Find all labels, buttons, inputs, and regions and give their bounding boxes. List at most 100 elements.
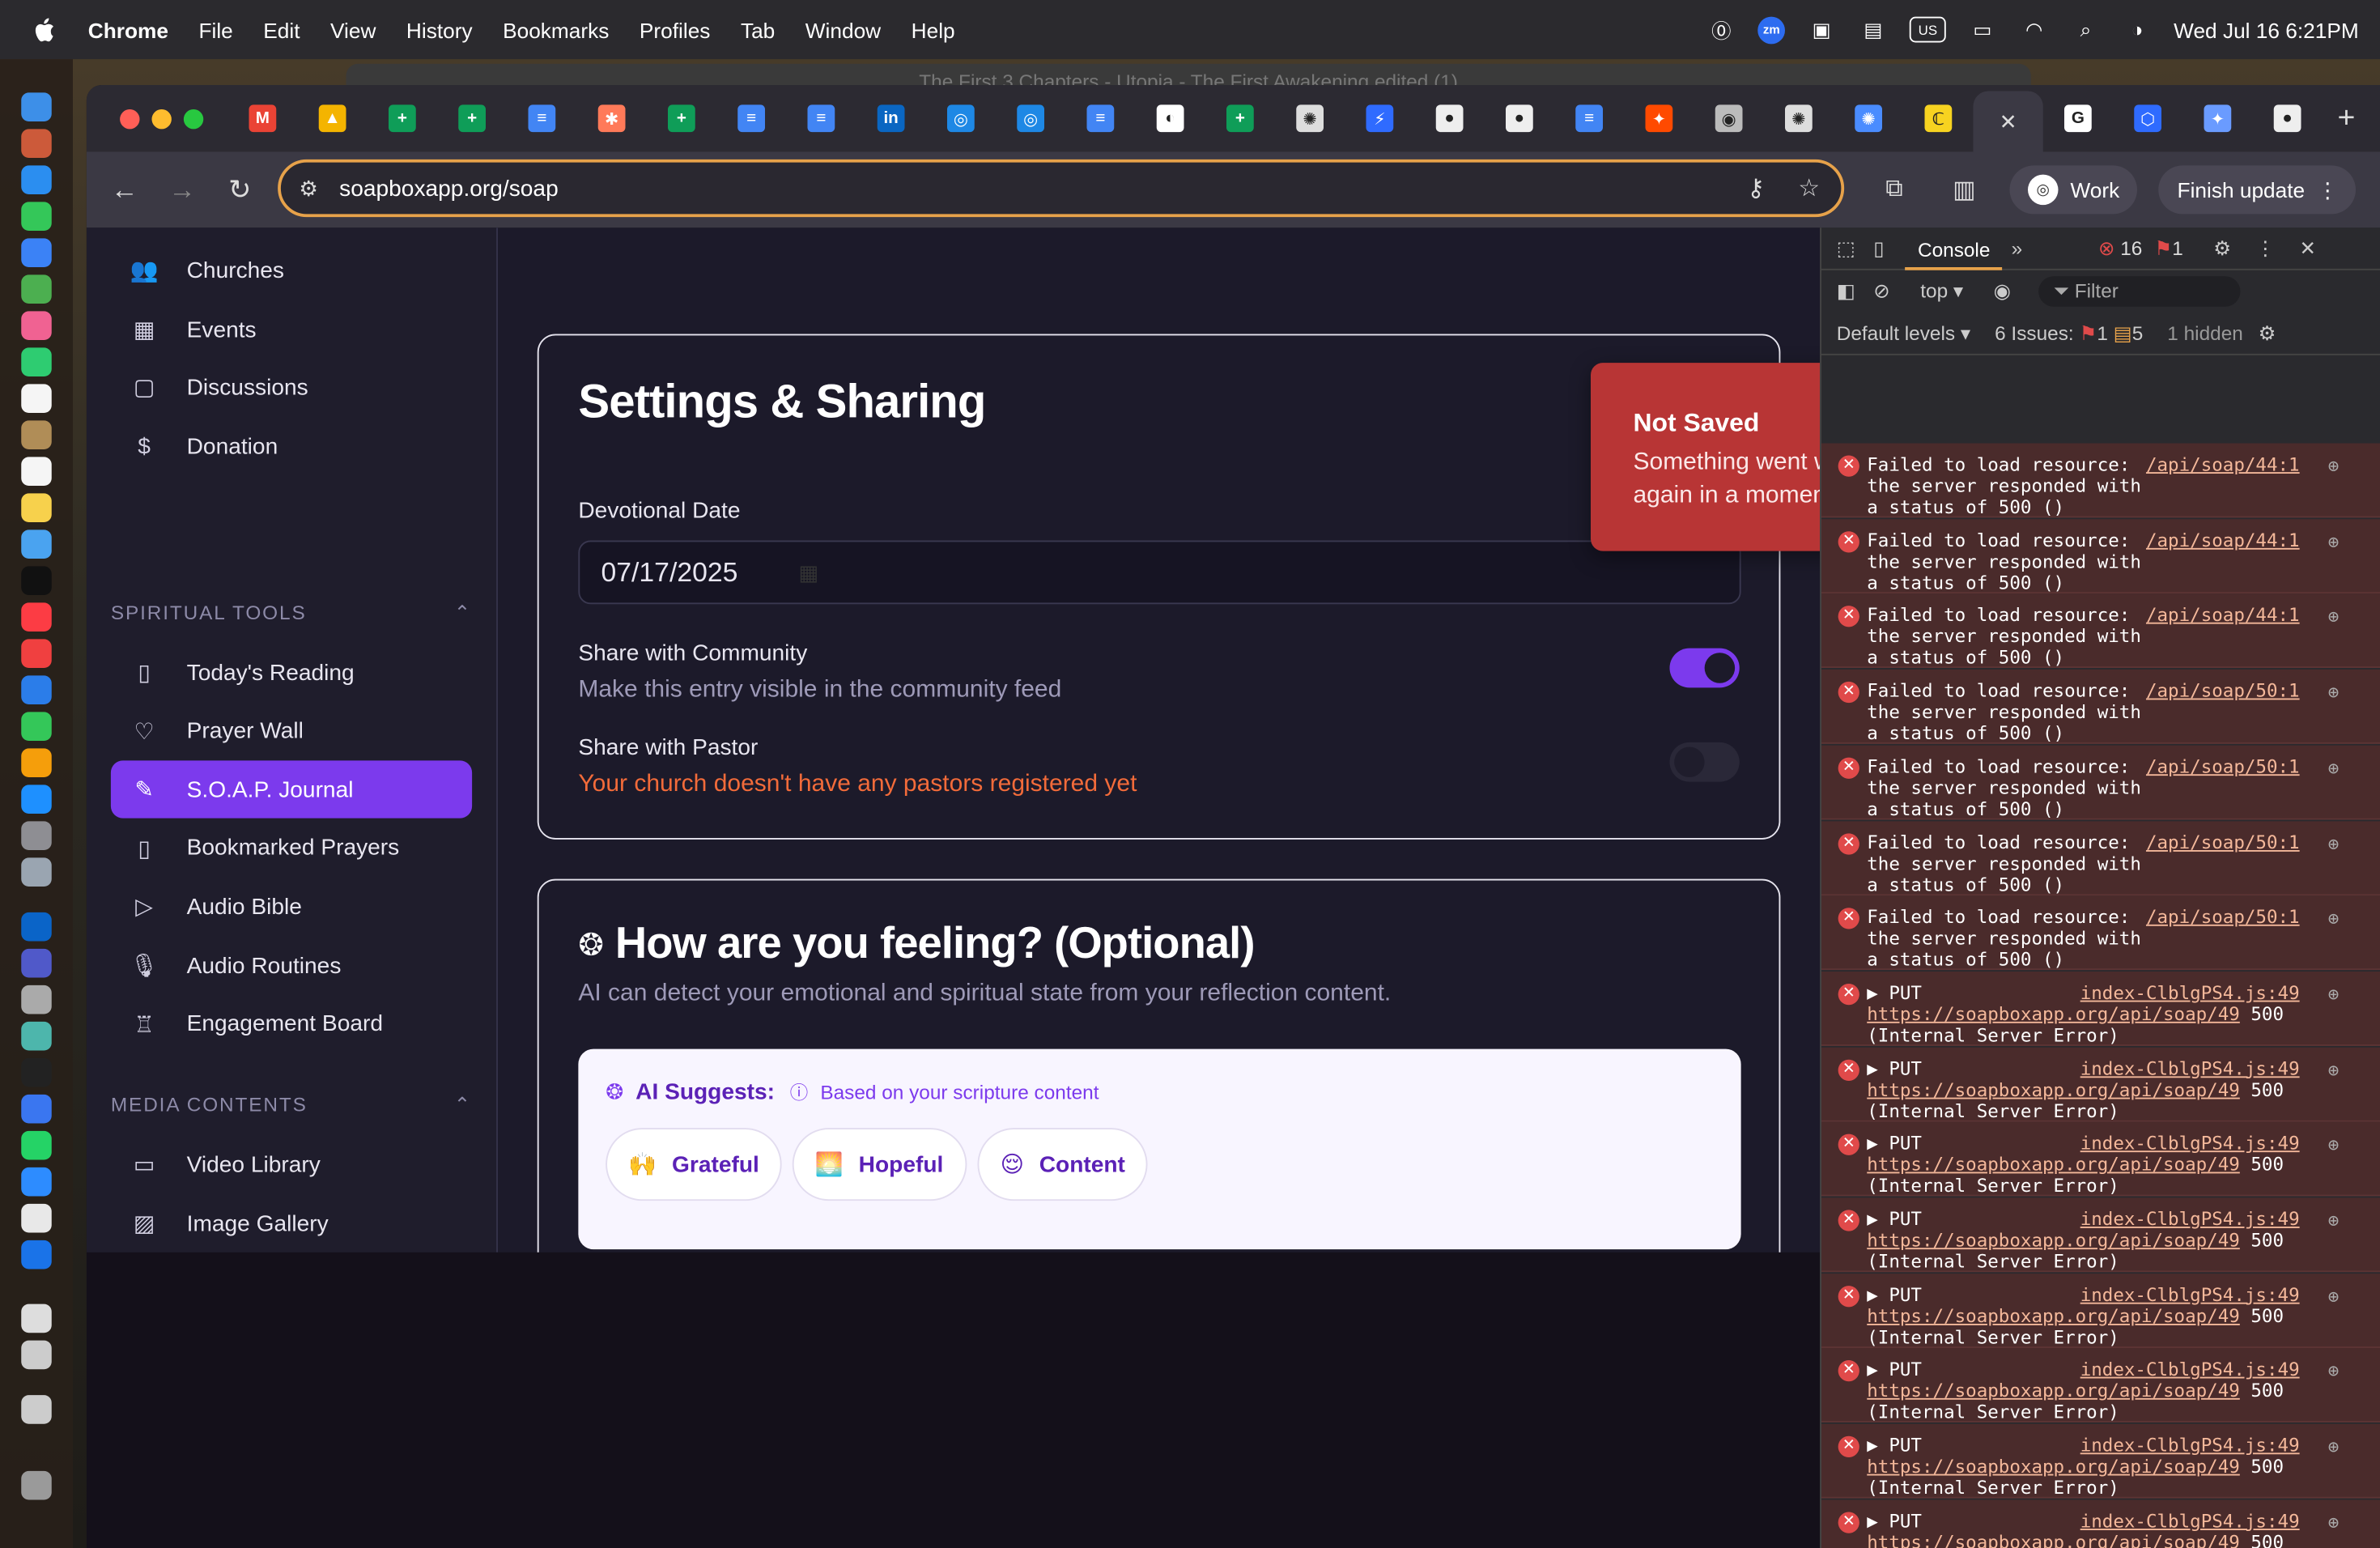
source-link[interactable]: index-ClblgPS4.js:49 bbox=[2080, 1133, 2300, 1154]
menu-tab[interactable]: Tab bbox=[741, 18, 775, 42]
zoom-icon[interactable]: zm bbox=[1757, 15, 1786, 44]
tv-icon[interactable] bbox=[21, 566, 52, 595]
source-link[interactable]: /api/soap/44:1 bbox=[2146, 529, 2300, 551]
request-url[interactable]: https://soapboxapp.org/api/soap/49 bbox=[1867, 1230, 2240, 1251]
freeform-icon[interactable] bbox=[21, 529, 52, 559]
error-count-badge[interactable]: ⊗ 16 bbox=[2098, 236, 2142, 261]
network-globe-icon[interactable]: ⊕ bbox=[2328, 1134, 2340, 1155]
console-error-row[interactable]: ✕ Failed to load resource: the server res… bbox=[1821, 820, 2380, 895]
minimize-window-button[interactable] bbox=[151, 108, 172, 129]
menu-history[interactable]: History bbox=[406, 18, 473, 42]
sidebar-item-prayer-wall[interactable]: ♡ Prayer Wall bbox=[111, 702, 472, 759]
preview-icon[interactable] bbox=[21, 857, 52, 887]
finish-update-button[interactable]: Finish update ⋮ bbox=[2159, 165, 2357, 215]
back-button[interactable]: ← bbox=[96, 174, 153, 206]
browser-tab[interactable]: ● bbox=[1485, 92, 1554, 144]
onepassword-dock-icon[interactable] bbox=[21, 1240, 52, 1269]
network-globe-icon[interactable]: ⊕ bbox=[2328, 1436, 2340, 1457]
device-toggle-icon[interactable]: ▯ bbox=[1873, 236, 1884, 261]
folder-dock-icon[interactable] bbox=[21, 1340, 52, 1370]
browser-tab[interactable]: ✦ bbox=[2182, 92, 2252, 144]
live-expression-icon[interactable]: ◉ bbox=[1994, 279, 2011, 304]
network-globe-icon[interactable]: ⊕ bbox=[2328, 908, 2340, 929]
menu-bookmarks[interactable]: Bookmarks bbox=[503, 18, 609, 42]
trash-icon[interactable] bbox=[21, 1470, 52, 1500]
music-icon[interactable] bbox=[21, 602, 52, 632]
teams-dock-icon[interactable] bbox=[21, 948, 52, 978]
calendar-picker-icon[interactable]: ▦ bbox=[798, 559, 818, 585]
source-link[interactable]: index-ClblgPS4.js:49 bbox=[2080, 1209, 2300, 1230]
source-link[interactable]: index-ClblgPS4.js:49 bbox=[2080, 1510, 2300, 1531]
control-center-icon[interactable]: ◑ bbox=[2122, 16, 2153, 44]
network-globe-icon[interactable]: ⊕ bbox=[2328, 757, 2340, 778]
browser-tab[interactable]: ⬡ bbox=[2113, 92, 2182, 144]
browser-tab[interactable]: ⚡ bbox=[1345, 92, 1414, 144]
password-key-icon[interactable]: ⚷ bbox=[1747, 173, 1765, 204]
signal-icon[interactable] bbox=[21, 1094, 52, 1124]
onepassword-icon[interactable]: ⓪ bbox=[1706, 16, 1737, 44]
settings-dock-icon[interactable] bbox=[21, 821, 52, 850]
sidebar-item-video-library[interactable]: ▭ Video Library bbox=[111, 1136, 472, 1193]
error-toast[interactable]: Not Saved Something went wrong on our en… bbox=[1591, 363, 1821, 551]
source-link[interactable]: index-ClblgPS4.js:49 bbox=[2080, 1359, 2300, 1380]
source-link[interactable]: index-ClblgPS4.js:49 bbox=[2080, 1435, 2300, 1456]
menu-help[interactable]: Help bbox=[912, 18, 955, 42]
browser-tab[interactable]: ✱ bbox=[577, 92, 647, 144]
url-text[interactable]: soapboxapp.org/soap bbox=[339, 176, 559, 202]
sidebar-item-image-gallery[interactable]: ▨ Image Gallery bbox=[111, 1195, 472, 1252]
devtools-menu-icon[interactable]: ⋮ bbox=[2255, 236, 2275, 261]
request-method[interactable]: ▶ PUT bbox=[1867, 1435, 1922, 1456]
safari-dock-icon[interactable] bbox=[21, 165, 52, 194]
wifi-icon[interactable]: ◠ bbox=[2019, 16, 2050, 44]
browser-tab[interactable]: ℂ bbox=[1903, 92, 1973, 144]
chrome-dock-icon[interactable] bbox=[21, 1203, 52, 1233]
browser-tab[interactable]: ◎ bbox=[996, 92, 1065, 144]
request-url[interactable]: https://soapboxapp.org/api/soap/49 bbox=[1867, 1155, 2240, 1176]
forward-button[interactable]: → bbox=[153, 174, 210, 206]
mail-icon[interactable] bbox=[21, 238, 52, 267]
teams-icon[interactable]: ▤ bbox=[1858, 16, 1889, 44]
console-error-row[interactable]: ✕ ▶ PUT https://soapboxapp.org/api/soap/4… bbox=[1821, 1348, 2380, 1423]
outlook-dock-icon[interactable] bbox=[21, 912, 52, 942]
clear-console-icon[interactable]: ⊘ bbox=[1873, 279, 1889, 304]
launchpad-icon[interactable] bbox=[21, 129, 52, 158]
inspect-icon[interactable]: ⬚ bbox=[1837, 236, 1855, 261]
browser-tab[interactable]: ≡ bbox=[1065, 92, 1135, 144]
request-url[interactable]: https://soapboxapp.org/api/soap/49 bbox=[1867, 1078, 2240, 1099]
network-globe-icon[interactable]: ⊕ bbox=[2328, 682, 2340, 703]
menu-edit[interactable]: Edit bbox=[263, 18, 300, 42]
photos-icon[interactable] bbox=[21, 311, 52, 340]
devotional-date-input[interactable]: 07/17/2025 ▦ bbox=[578, 540, 1741, 605]
network-globe-icon[interactable]: ⊕ bbox=[2328, 531, 2340, 552]
battery-icon[interactable]: ▭ bbox=[1967, 16, 1998, 44]
browser-tab[interactable]: M bbox=[227, 92, 297, 144]
sidebar-item-events[interactable]: ▦ Events bbox=[111, 300, 472, 358]
browser-tab[interactable]: ≡ bbox=[1554, 92, 1624, 144]
request-url[interactable]: https://soapboxapp.org/api/soap/49 bbox=[1867, 1380, 2240, 1401]
console-error-row[interactable]: ✕ Failed to load resource: the server res… bbox=[1821, 670, 2380, 744]
browser-tab[interactable]: + bbox=[368, 92, 437, 144]
console-error-row[interactable]: ✕ ▶ PUT https://soapboxapp.org/api/soap/4… bbox=[1821, 1423, 2380, 1499]
console-error-row[interactable]: ✕ Failed to load resource: the server res… bbox=[1821, 745, 2380, 820]
browser-tab[interactable]: ◉ bbox=[1694, 92, 1764, 144]
browser-tab[interactable]: ≡ bbox=[716, 92, 786, 144]
request-url[interactable]: https://soapboxapp.org/api/soap/49 bbox=[1867, 1456, 2240, 1477]
apple-icon[interactable] bbox=[33, 17, 54, 42]
share-pastor-toggle[interactable] bbox=[1669, 742, 1740, 782]
filter-input[interactable]: ⏷ Filter bbox=[2038, 276, 2240, 307]
sidebar-item-audio-routines[interactable]: 🎙 Audio Routines bbox=[111, 937, 472, 994]
reload-button[interactable]: ↻ bbox=[211, 174, 269, 206]
source-link[interactable]: /api/soap/50:1 bbox=[2146, 831, 2300, 853]
site-info-icon[interactable]: ⚙ bbox=[299, 176, 318, 202]
source-link[interactable]: index-ClblgPS4.js:49 bbox=[2080, 1057, 2300, 1078]
console-error-row[interactable]: ✕ ▶ PUT https://soapboxapp.org/api/soap/4… bbox=[1821, 971, 2380, 1046]
devtools-close-icon[interactable]: ✕ bbox=[2300, 236, 2316, 261]
network-globe-icon[interactable]: ⊕ bbox=[2328, 832, 2340, 853]
reminders-icon[interactable] bbox=[21, 457, 52, 486]
mood-chip-content[interactable]: 😌 Content bbox=[977, 1128, 1149, 1201]
search-icon[interactable]: ⌕ bbox=[2071, 16, 2102, 44]
keynote-icon[interactable] bbox=[21, 675, 52, 704]
console-error-row[interactable]: ✕ Failed to load resource: the server res… bbox=[1821, 895, 2380, 971]
console-error-row[interactable]: ✕ ▶ PUT https://soapboxapp.org/api/soap/4… bbox=[1821, 1122, 2380, 1197]
request-method[interactable]: ▶ PUT bbox=[1867, 1359, 1922, 1380]
